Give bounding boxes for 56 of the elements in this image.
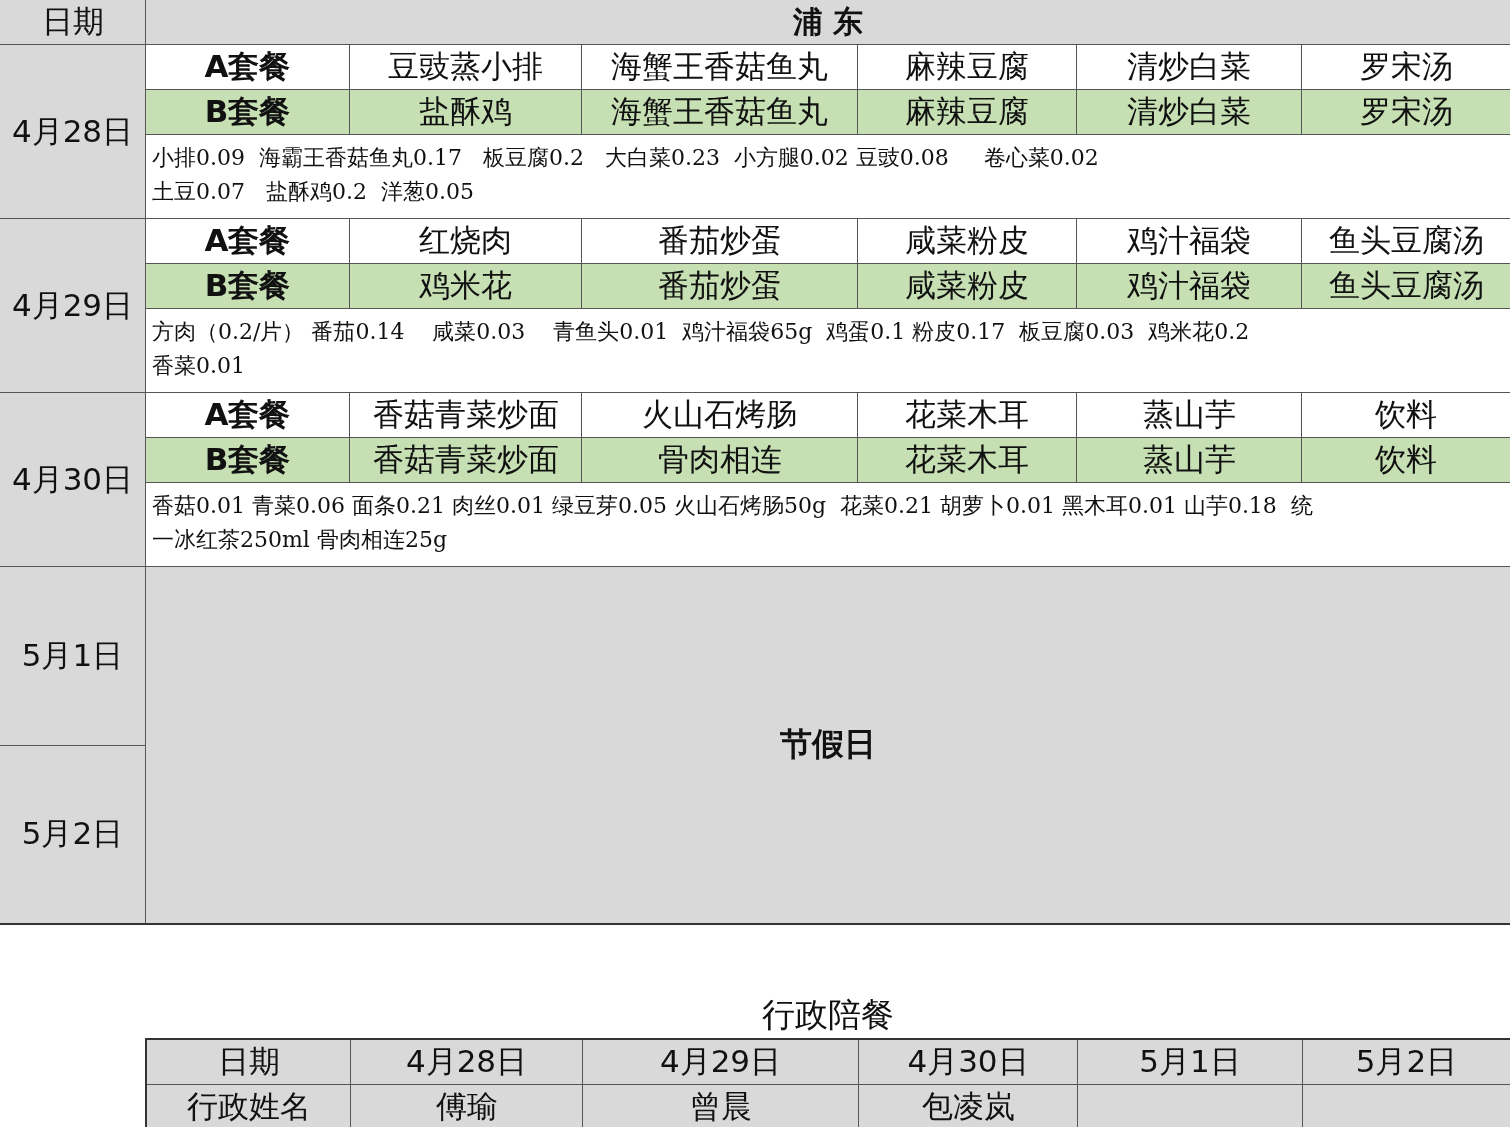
date-header: 日期 (0, 0, 146, 44)
set-meal-label: B套餐 (146, 438, 350, 482)
dish-cell-text: 鱼头豆腐汤 (1327, 266, 1485, 305)
ingredient-note: 香菇0.01 青菜0.06 面条0.21 肉丝0.01 绿豆芽0.05 火山石烤肠50g 花菜0.21 胡萝卜0.01 黑木耳0.01 山芋0.18 统 (152, 492, 1314, 520)
dish-cell: 花菜木耳 (858, 393, 1077, 437)
dish-cell: 花菜木耳 (858, 438, 1077, 482)
dish-cell-text: 鱼头豆腐汤 (1327, 221, 1485, 260)
table-cell: 曾晨 (583, 1085, 859, 1127)
date-cell: 4月28日 (0, 45, 146, 218)
date-cell-text: 5月1日 (20, 635, 125, 675)
dish-cell: 香菇青菜炒面 (350, 393, 582, 437)
dish-cell: 清炒白菜 (1077, 45, 1302, 89)
dish-cell: 鸡汁福袋 (1077, 219, 1302, 263)
dish-cell: 番茄炒蛋 (582, 264, 858, 308)
dish-cell-text: 饮料 (1374, 395, 1438, 434)
date-cell: 5月2日 (0, 744, 145, 923)
dish-cell: 鸡米花 (350, 264, 582, 308)
dish-cell: 骨肉相连 (582, 438, 858, 482)
dish-cell: 蒸山芋 (1077, 438, 1302, 482)
table-cell: 行政姓名 (147, 1085, 351, 1127)
dish-cell: 番茄炒蛋 (582, 219, 858, 263)
dish-cell: 盐酥鸡 (350, 90, 582, 134)
dish-cell-text: 饮料 (1374, 440, 1438, 479)
ingredient-note: 香菜0.01 (152, 352, 246, 380)
set-meal-label: A套餐 (146, 45, 350, 89)
set-meal-label: A套餐 (146, 219, 350, 263)
dish-cell: 清炒白菜 (1077, 90, 1302, 134)
table-cell-text: 5月2日 (1354, 1042, 1459, 1081)
ingredient-note: 方肉（0.2/片） 番茄0.14 咸菜0.03 青鱼头0.01 鸡汁福袋65g 鸡蛋0.1 粉皮0.17 板豆腐0.03 鸡米花0.2 (152, 318, 1251, 346)
dish-cell-text: 罗宋汤 (1358, 92, 1454, 131)
date-cell: 4月30日 (0, 393, 146, 566)
ingredient-note: 土豆0.07 盐酥鸡0.2 洋葱0.05 (152, 178, 475, 206)
dish-cell: 麻辣豆腐 (858, 45, 1077, 89)
dish-cell: 海蟹王香菇鱼丸 (582, 45, 858, 89)
dish-cell-text: 罗宋汤 (1358, 47, 1454, 86)
table-cell: 傅瑜 (351, 1085, 583, 1127)
holiday-label: 节假日 (779, 724, 877, 765)
table-title: 行政陪餐 (760, 994, 895, 1036)
dish-cell: 麻辣豆腐 (858, 90, 1077, 134)
dish-cell: 鸡汁福袋 (1077, 264, 1302, 308)
dish-cell: 火山石烤肠 (582, 393, 858, 437)
set-meal-label: B套餐 (146, 264, 350, 308)
dish-cell: 蒸山芋 (1077, 393, 1302, 437)
location-header: 浦 东 (146, 0, 1510, 44)
dish-cell: 香菇青菜炒面 (350, 438, 582, 482)
dish-cell: 海蟹王香菇鱼丸 (582, 90, 858, 134)
dish-cell: 豆豉蒸小排 (350, 45, 582, 89)
date-cell: 4月29日 (0, 219, 146, 392)
dish-cell: 咸菜粉皮 (858, 264, 1077, 308)
table-cell: 包凌岚 (859, 1085, 1078, 1127)
dish-cell: 红烧肉 (350, 219, 582, 263)
set-meal-label: B套餐 (146, 90, 350, 134)
ingredient-note: 小排0.09 海霸王香菇鱼丸0.17 板豆腐0.2 大白菜0.23 小方腿0.02 豆豉0.08 卷心菜0.02 (152, 144, 1100, 172)
ingredient-note: 一冰红茶250ml 骨肉相连25g (152, 526, 448, 554)
set-meal-label: A套餐 (146, 393, 350, 437)
dish-cell: 咸菜粉皮 (858, 219, 1077, 263)
